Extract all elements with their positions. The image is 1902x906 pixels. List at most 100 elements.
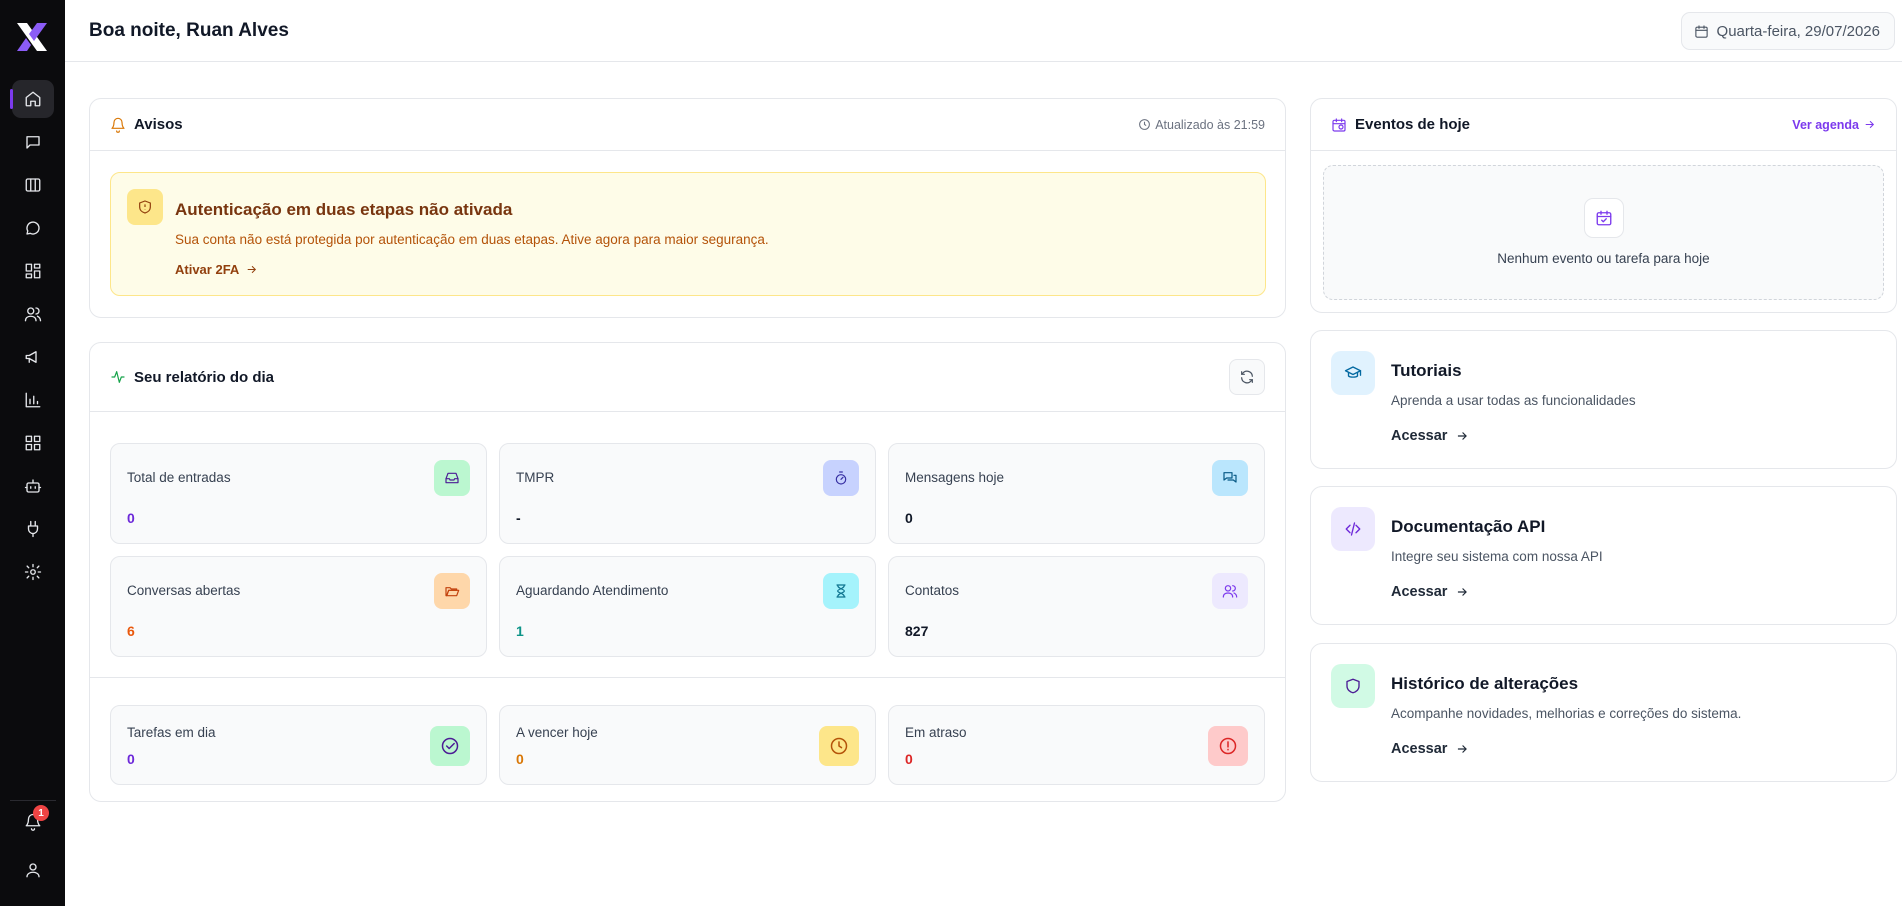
date-display[interactable]: Quarta-feira, 29/07/2026 (1680, 12, 1895, 50)
graduation-cap-icon (1344, 366, 1362, 378)
app-logo[interactable] (14, 20, 50, 54)
stat-icon-box (434, 573, 470, 609)
stat-icon-box (823, 460, 859, 496)
date-text: Quarta-feira, 29/07/2026 (1716, 22, 1880, 40)
avisos-title: Avisos (134, 116, 183, 133)
nav-dashboard[interactable] (12, 252, 54, 290)
hourglass-icon (836, 584, 846, 598)
task-icon-box (1208, 726, 1248, 766)
report-divider (90, 677, 1285, 678)
nav-inbox[interactable] (12, 123, 54, 161)
nav-reports[interactable] (12, 381, 54, 419)
stat-tmpr[interactable]: TMPR - (499, 443, 876, 544)
task-tarefas-em-dia[interactable]: Tarefas em dia 0 (110, 705, 487, 785)
users-icon (24, 307, 42, 322)
task-value: 0 (127, 751, 135, 767)
contacts-icon (1222, 585, 1238, 598)
grid-icon (25, 435, 41, 451)
task-icon-box (430, 726, 470, 766)
bot-icon (24, 479, 42, 493)
task-label: A vencer hoje (516, 725, 598, 740)
stat-total-entradas[interactable]: Total de entradas 0 (110, 443, 487, 544)
stat-icon-box (823, 573, 859, 609)
stat-label: Conversas abertas (127, 583, 241, 598)
inbox-icon (445, 472, 459, 484)
api-docs-access-link[interactable]: Acessar (1391, 584, 1469, 600)
alert-text: Sua conta não está protegida por autenti… (175, 232, 769, 247)
message-square-icon (26, 136, 40, 149)
nav-chat[interactable] (12, 209, 54, 247)
report-header: Seu relatório do dia (90, 343, 1285, 412)
nav-campaigns[interactable] (12, 338, 54, 376)
stat-value: - (516, 510, 521, 526)
stat-value: 6 (127, 623, 135, 639)
stat-value: 0 (127, 510, 135, 526)
events-title: Eventos de hoje (1355, 116, 1471, 133)
empty-icon-box (1584, 198, 1624, 238)
shield-icon (1346, 678, 1360, 694)
stat-label: Contatos (905, 583, 960, 598)
resource-title: Documentação API (1391, 517, 1546, 536)
access-label: Acessar (1391, 741, 1448, 757)
alert-circle-icon (1219, 737, 1237, 755)
alert-title: Autenticação em duas etapas não ativada (175, 200, 513, 219)
nav-bots[interactable] (12, 467, 54, 505)
refresh-icon (1241, 370, 1253, 384)
nav-apps[interactable] (12, 424, 54, 462)
updated-text: Atualizado às 21:59 (1155, 117, 1265, 132)
nav-profile[interactable] (12, 851, 54, 889)
resource-icon-box (1331, 507, 1375, 551)
events-card: Eventos de hoje Ver agenda Nenhum evento… (1310, 98, 1897, 313)
task-label: Tarefas em dia (127, 725, 216, 740)
check-circle-icon (441, 737, 459, 755)
activate-2fa-label: Ativar 2FA (175, 262, 240, 277)
calendar-check-icon (1596, 210, 1612, 226)
clock-icon (1139, 119, 1151, 130)
resource-desc: Integre seu sistema com nossa API (1391, 549, 1603, 564)
messages-icon (1223, 472, 1237, 483)
nav-integrations[interactable] (12, 510, 54, 548)
avisos-card: Avisos Atualizado às 21:59 Autenticação … (89, 98, 1286, 318)
stat-value: 827 (905, 623, 929, 639)
sidebar-divider (10, 800, 56, 801)
task-a-vencer-hoje[interactable]: A vencer hoje 0 (499, 705, 876, 785)
nav-home[interactable] (10, 80, 54, 118)
activate-2fa-link[interactable]: Ativar 2FA (175, 262, 258, 277)
page-title: Boa noite, Ruan Alves (89, 20, 289, 41)
task-value: 0 (516, 751, 524, 767)
empty-text: Nenhum evento ou tarefa para hoje (1497, 251, 1710, 266)
bar-chart-icon (25, 392, 41, 408)
nav-notifications[interactable]: 1 (12, 803, 54, 841)
view-agenda-label: Ver agenda (1792, 117, 1859, 132)
events-empty-state: Nenhum evento ou tarefa para hoje (1323, 165, 1884, 300)
timer-icon (835, 471, 847, 485)
changelog-access-link[interactable]: Acessar (1391, 741, 1469, 757)
arrow-right-icon (248, 265, 257, 274)
task-value: 0 (905, 751, 913, 767)
2fa-alert: Autenticação em duas etapas não ativada … (110, 172, 1266, 296)
task-em-atraso[interactable]: Em atraso 0 (888, 705, 1265, 785)
nav-settings[interactable] (12, 553, 54, 591)
tutoriais-access-link[interactable]: Acessar (1391, 428, 1469, 444)
daily-report-card: Seu relatório do dia Total de entradas 0… (89, 342, 1286, 802)
resource-icon-box (1331, 664, 1375, 708)
api-docs-card: Documentação API Integre seu sistema com… (1310, 486, 1897, 625)
nav-kanban[interactable] (12, 166, 54, 204)
refresh-button[interactable] (1229, 359, 1265, 395)
report-title: Seu relatório do dia (134, 368, 275, 386)
stat-value: 1 (516, 623, 524, 639)
stat-conversas-abertas[interactable]: Conversas abertas 6 (110, 556, 487, 657)
stat-contatos[interactable]: Contatos 827 (888, 556, 1265, 657)
stat-aguardando-atendimento[interactable]: Aguardando Atendimento 1 (499, 556, 876, 657)
stat-mensagens-hoje[interactable]: Mensagens hoje 0 (888, 443, 1265, 544)
resource-desc: Acompanhe novidades, melhorias e correçõ… (1391, 706, 1742, 721)
bell-icon (111, 117, 125, 133)
megaphone-icon (25, 351, 37, 363)
arrow-right-icon (1458, 745, 1468, 753)
view-agenda-link[interactable]: Ver agenda (1792, 118, 1876, 132)
home-icon (25, 91, 41, 107)
nav-users[interactable] (12, 295, 54, 333)
alert-icon-box (127, 189, 163, 225)
avisos-header: Avisos Atualizado às 21:59 (90, 99, 1285, 151)
task-icon-box (819, 726, 859, 766)
